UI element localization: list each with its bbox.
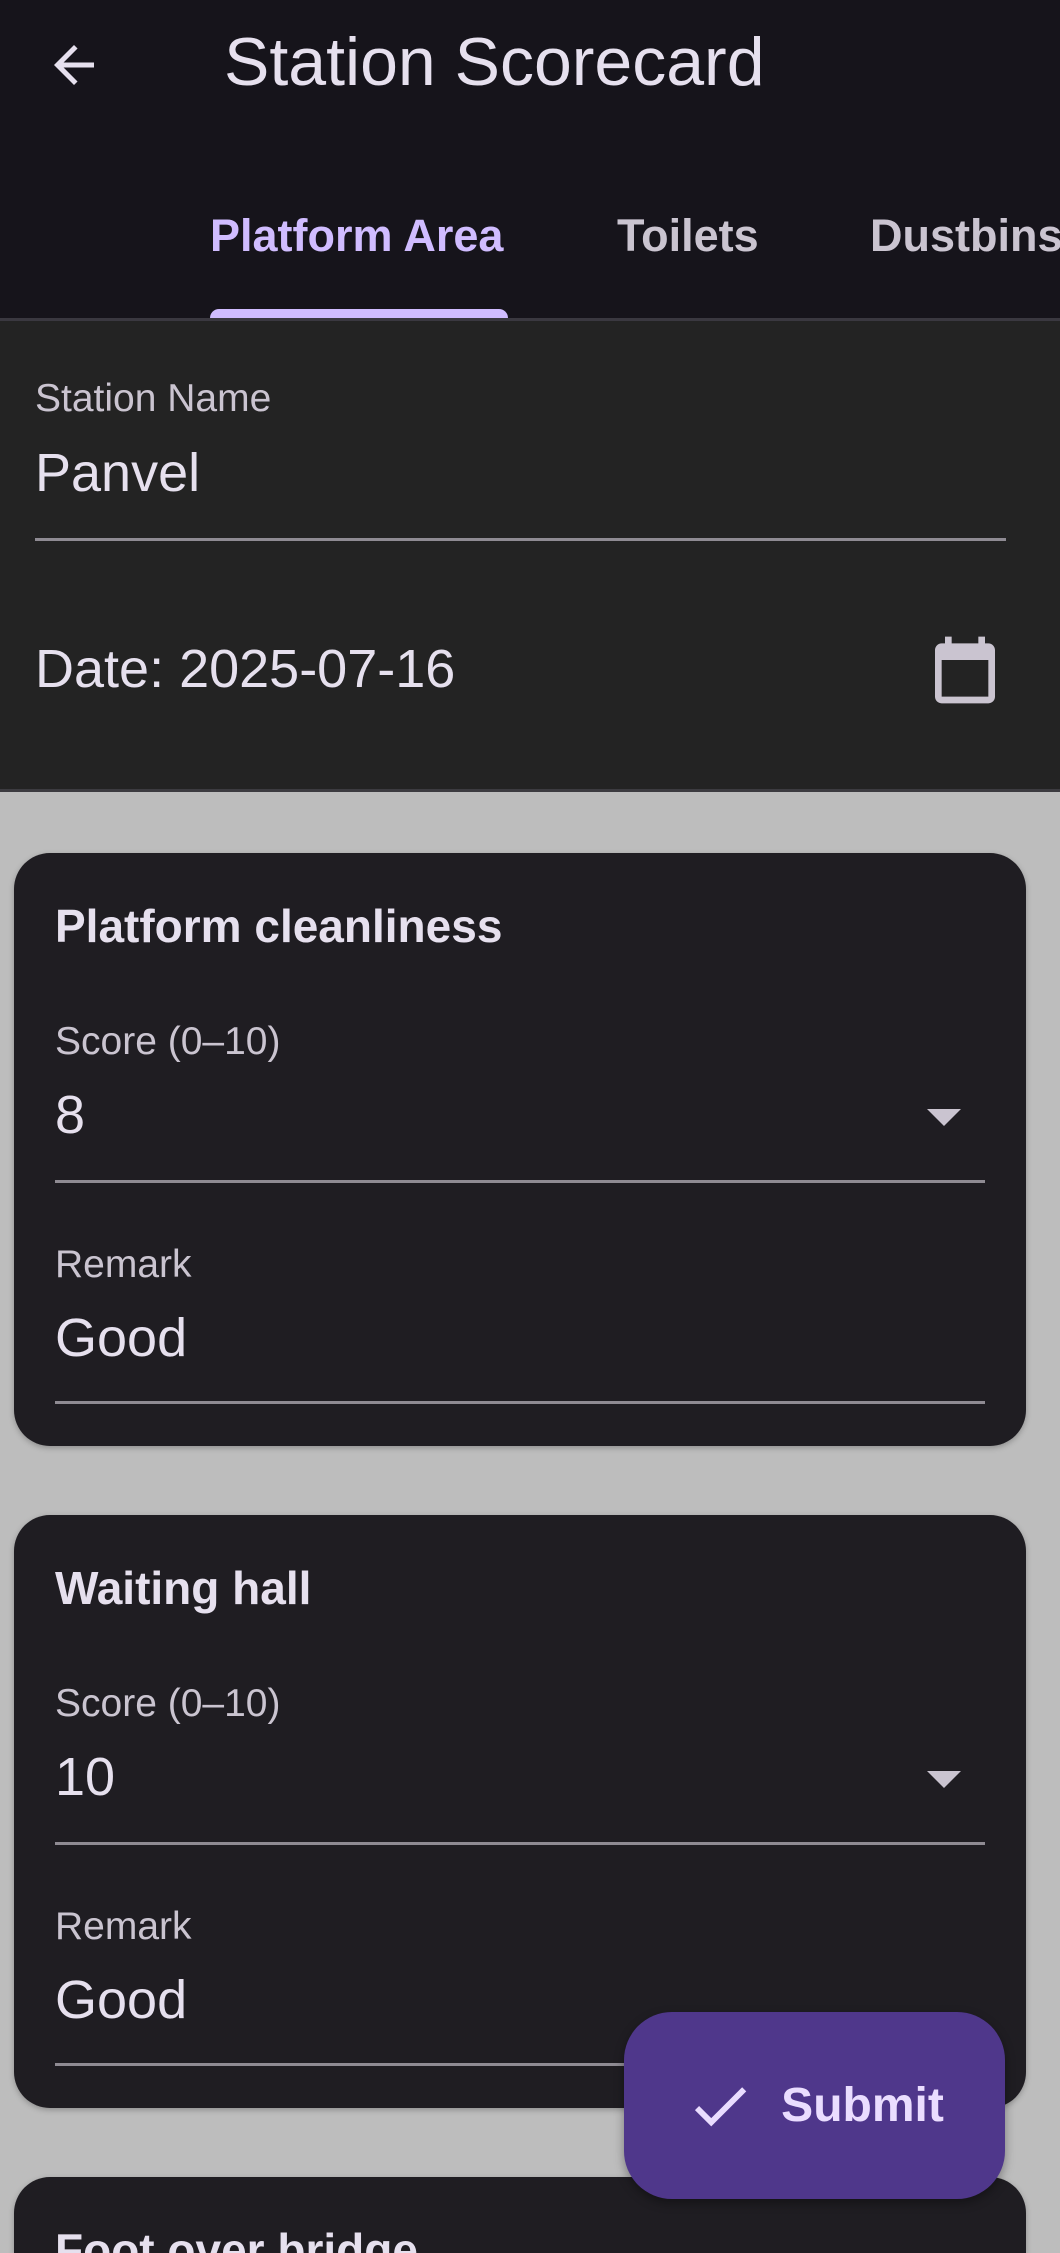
card-title: Foot over bridge bbox=[55, 2224, 418, 2253]
check-icon bbox=[695, 2086, 747, 2126]
tab-platform-area[interactable]: Platform Area bbox=[210, 206, 503, 266]
tab-bar: Platform Area Toilets Dustbins bbox=[0, 130, 1060, 321]
station-name-underline bbox=[35, 538, 1006, 541]
remark-label: Remark bbox=[55, 1905, 192, 1948]
remark-input[interactable]: Good bbox=[55, 1305, 187, 1371]
tab-indicator bbox=[210, 309, 508, 318]
submit-label: Submit bbox=[781, 2078, 944, 2132]
submit-button[interactable]: Submit bbox=[624, 2012, 1005, 2199]
tab-dustbins[interactable]: Dustbins bbox=[870, 206, 1060, 266]
tab-toilets[interactable]: Toilets bbox=[617, 206, 759, 266]
score-underline bbox=[55, 1180, 985, 1183]
station-name-label: Station Name bbox=[35, 377, 272, 420]
score-card-platform-cleanliness: Platform cleanliness Score (0–10) 8 Rema… bbox=[14, 853, 1026, 1446]
remark-input[interactable]: Good bbox=[55, 1967, 187, 2033]
date-text: Date: 2025-07-16 bbox=[35, 639, 456, 699]
app-bar: Station Scorecard bbox=[0, 0, 1060, 130]
calendar-button[interactable] bbox=[920, 625, 1010, 715]
arrow-back-icon bbox=[54, 45, 94, 85]
station-name-input[interactable]: Panvel bbox=[35, 440, 200, 506]
score-dropdown[interactable]: 10 bbox=[55, 1744, 115, 1810]
back-button[interactable] bbox=[34, 25, 114, 105]
score-label: Score (0–10) bbox=[55, 1020, 281, 1063]
page-title: Station Scorecard bbox=[224, 24, 765, 100]
score-dropdown[interactable]: 8 bbox=[55, 1082, 85, 1148]
score-underline bbox=[55, 1842, 985, 1845]
card-title: Waiting hall bbox=[55, 1562, 312, 1614]
calendar-icon bbox=[935, 636, 995, 704]
card-title: Platform cleanliness bbox=[55, 900, 503, 952]
remark-underline bbox=[55, 1401, 985, 1404]
remark-label: Remark bbox=[55, 1243, 192, 1286]
dropdown-arrow-icon[interactable] bbox=[927, 1109, 961, 1126]
score-label: Score (0–10) bbox=[55, 1682, 281, 1725]
dropdown-arrow-icon[interactable] bbox=[927, 1771, 961, 1788]
